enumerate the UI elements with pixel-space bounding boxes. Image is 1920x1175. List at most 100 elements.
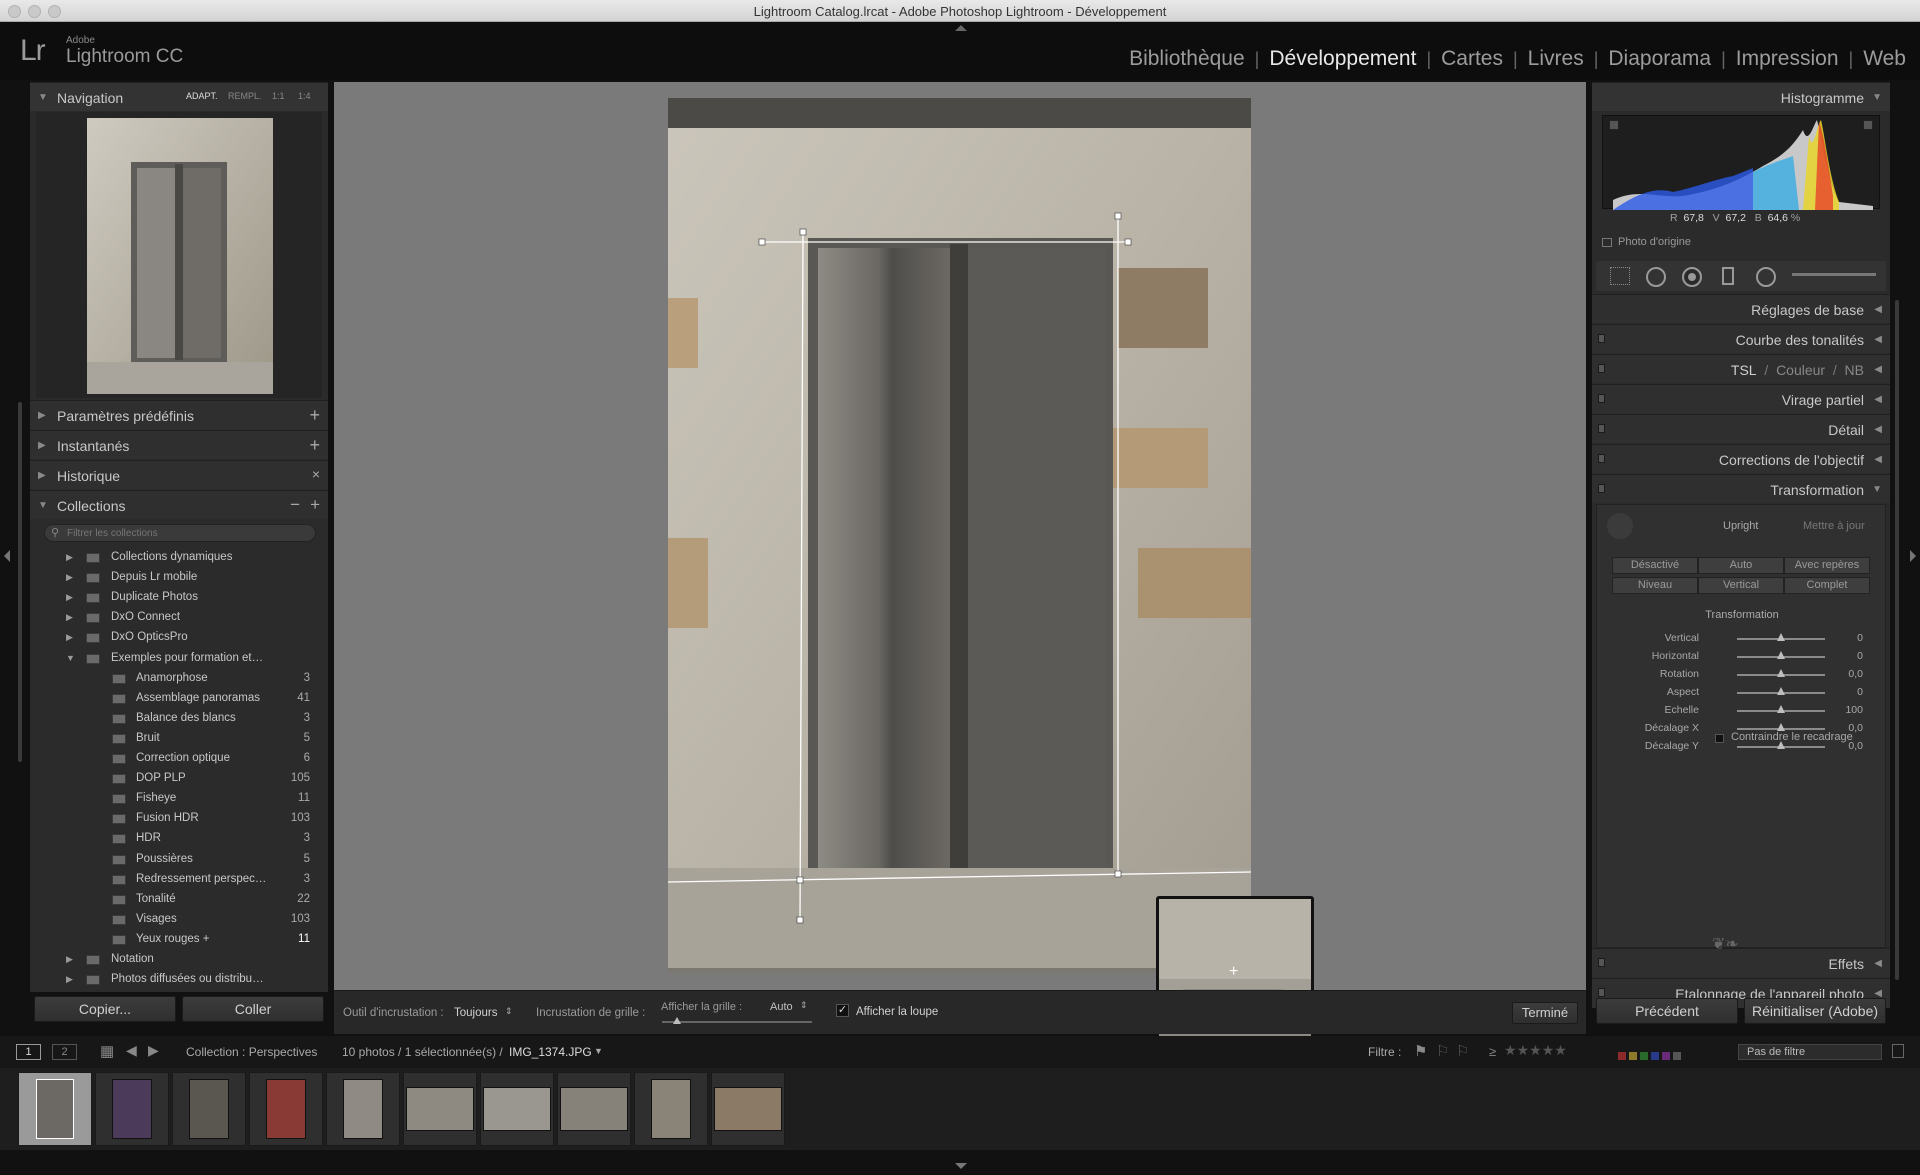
panel-switch-icon[interactable] — [1598, 484, 1605, 493]
upright-level-button[interactable]: Niveau — [1612, 577, 1698, 594]
tab-color[interactable]: Couleur — [1776, 362, 1825, 378]
tone-curve-panel-header[interactable]: Courbe des tonalités ◀ — [1592, 324, 1890, 353]
filmstrip-thumbnail[interactable] — [95, 1072, 169, 1146]
collection-item[interactable]: Fisheye 11 — [30, 789, 328, 809]
collection-item[interactable]: HDR 3 — [30, 829, 328, 849]
basic-panel-header[interactable]: Réglages de base ◀ — [1592, 294, 1890, 323]
previous-button[interactable]: Précédent — [1596, 998, 1738, 1024]
snapshots-panel-header[interactable]: ▶ Instantanés + — [30, 430, 328, 459]
slider-knob[interactable] — [1777, 705, 1785, 713]
filmstrip-thumbnail[interactable] — [403, 1072, 477, 1146]
navigation-panel-header[interactable]: ▼ Navigation ADAPT. REMPL. 1:1 1:4 — [30, 82, 328, 111]
history-panel-header[interactable]: ▶ Historique × — [30, 460, 328, 489]
upright-auto-button[interactable]: Auto — [1698, 557, 1784, 574]
collections-filter-input[interactable] — [67, 526, 307, 540]
collections-filter[interactable]: ⚲ — [44, 524, 316, 542]
zoom-fit[interactable]: ADAPT. — [186, 91, 218, 101]
collapse-triangle-icon[interactable]: ▼ — [38, 500, 48, 511]
left-panel-scrollbar[interactable] — [18, 402, 22, 762]
lens-corrections-panel-header[interactable]: Corrections de l'objectif ◀ — [1592, 444, 1890, 473]
purple-label-icon[interactable] — [1662, 1052, 1670, 1060]
module-cartes[interactable]: Cartes — [1431, 47, 1513, 71]
collection-item[interactable]: Poussières 5 — [30, 850, 328, 870]
constrain-crop-checkbox[interactable] — [1715, 734, 1724, 743]
reset-button[interactable]: Réinitialiser (Adobe) — [1744, 998, 1886, 1024]
red-eye-icon[interactable] — [1682, 267, 1702, 287]
graduated-filter-icon[interactable] — [1722, 267, 1734, 285]
collapse-triangle-icon[interactable]: ▼ — [1872, 92, 1882, 103]
spot-removal-icon[interactable] — [1646, 267, 1666, 287]
histogram-chart[interactable] — [1602, 115, 1880, 210]
star-icon[interactable]: ★ — [1554, 1042, 1567, 1058]
module-developpement[interactable]: Développement — [1259, 47, 1426, 71]
rating-filter[interactable]: ★★★★★ — [1504, 1042, 1567, 1060]
original-photo-checkbox[interactable] — [1602, 238, 1612, 247]
tab-hsl[interactable]: TSL — [1731, 362, 1757, 378]
forward-arrow-icon[interactable]: ▶ — [148, 1042, 159, 1059]
filmstrip-thumbnail[interactable] — [480, 1072, 554, 1146]
collection-item[interactable]: Fusion HDR 103 — [30, 809, 328, 829]
module-bibliotheque[interactable]: Bibliothèque — [1119, 47, 1255, 71]
adjustment-brush-icon[interactable] — [1792, 273, 1876, 276]
collection-item[interactable]: ▶ Notation — [30, 950, 328, 970]
filmstrip-thumbnail[interactable] — [249, 1072, 323, 1146]
filter-lock-icon[interactable] — [1892, 1044, 1904, 1058]
right-panel-toggle-icon[interactable] — [1910, 550, 1916, 562]
panel-switch-icon[interactable] — [1598, 394, 1605, 403]
panel-switch-icon[interactable] — [1598, 364, 1605, 373]
upright-update-button[interactable]: Mettre à jour — [1803, 520, 1865, 532]
upright-guides-overlay[interactable] — [668, 98, 1251, 973]
secondary-display-button[interactable]: 2 — [52, 1044, 77, 1060]
filmstrip-thumbnail[interactable] — [326, 1072, 400, 1146]
expand-triangle-icon[interactable]: ▶ — [66, 572, 73, 583]
show-loupe-checkbox[interactable]: ✓ — [836, 1004, 849, 1017]
yellow-label-icon[interactable] — [1629, 1052, 1637, 1060]
collection-item[interactable]: ▶ DxO OpticsPro — [30, 628, 328, 648]
slider-value[interactable]: 0 — [1857, 650, 1863, 662]
color-label-filter[interactable] — [1618, 1047, 1681, 1065]
add-collection-icon[interactable]: + — [310, 495, 320, 515]
collection-item[interactable]: ▶ Duplicate Photos — [30, 588, 328, 608]
slider-knob[interactable] — [1777, 723, 1785, 731]
effects-panel-header[interactable]: Effets ◀ — [1592, 948, 1890, 977]
grid-view-icon[interactable]: ▦ — [100, 1042, 114, 1060]
navigator-thumbnail[interactable] — [87, 118, 273, 394]
panel-switch-icon[interactable] — [1598, 424, 1605, 433]
histogram-panel-header[interactable]: Histogramme ▼ — [1592, 82, 1890, 111]
red-label-icon[interactable] — [1618, 1052, 1626, 1060]
expand-triangle-icon[interactable]: ▶ — [66, 954, 73, 965]
filter-preset-select[interactable]: Pas de filtre — [1738, 1044, 1882, 1060]
filmstrip-thumbnail[interactable] — [172, 1072, 246, 1146]
transform-panel-header[interactable]: Transformation ▼ — [1592, 474, 1890, 503]
clear-history-icon[interactable]: × — [312, 466, 320, 482]
panel-switch-icon[interactable] — [1598, 988, 1605, 997]
show-grid-select[interactable]: Auto — [770, 1001, 793, 1013]
shadow-clipping-toggle[interactable] — [1609, 120, 1619, 130]
current-filename[interactable]: IMG_1374.JPG — [509, 1045, 592, 1059]
slider-knob[interactable] — [1777, 633, 1785, 641]
expand-triangle-icon[interactable]: ◀ — [1874, 424, 1882, 435]
gray-label-icon[interactable] — [1673, 1052, 1681, 1060]
collapse-triangle-icon[interactable]: ▼ — [38, 92, 48, 103]
done-button[interactable]: Terminé — [1512, 1002, 1578, 1024]
expand-triangle-icon[interactable]: ▶ — [38, 410, 46, 421]
green-label-icon[interactable] — [1640, 1052, 1648, 1060]
collapse-triangle-icon[interactable]: ▼ — [66, 653, 75, 663]
star-icon[interactable]: ★ — [1529, 1042, 1542, 1058]
collapse-triangle-icon[interactable]: ▼ — [1872, 484, 1882, 495]
grid-size-slider-knob[interactable] — [673, 1017, 681, 1024]
expand-triangle-icon[interactable]: ▶ — [38, 440, 46, 451]
navigator-preview-area[interactable] — [36, 112, 322, 398]
copy-settings-button[interactable]: Copier... — [34, 996, 176, 1022]
collection-item[interactable]: Redressement perspec… 3 — [30, 870, 328, 890]
module-web[interactable]: Web — [1853, 47, 1916, 71]
paste-settings-button[interactable]: Coller — [182, 996, 324, 1022]
tab-bw[interactable]: NB — [1845, 362, 1864, 378]
slider-knob[interactable] — [1777, 651, 1785, 659]
hsl-panel-header[interactable]: TSL / Couleur / NB ◀ — [1592, 354, 1890, 383]
bottom-panel-toggle-icon[interactable] — [955, 1163, 967, 1169]
collection-item[interactable]: Yeux rouges + 11 — [30, 930, 328, 950]
collection-item[interactable]: ▼ Exemples pour formation et… — [30, 649, 328, 669]
expand-triangle-icon[interactable]: ◀ — [1874, 958, 1882, 969]
collection-item[interactable]: Tonalité 22 — [30, 890, 328, 910]
